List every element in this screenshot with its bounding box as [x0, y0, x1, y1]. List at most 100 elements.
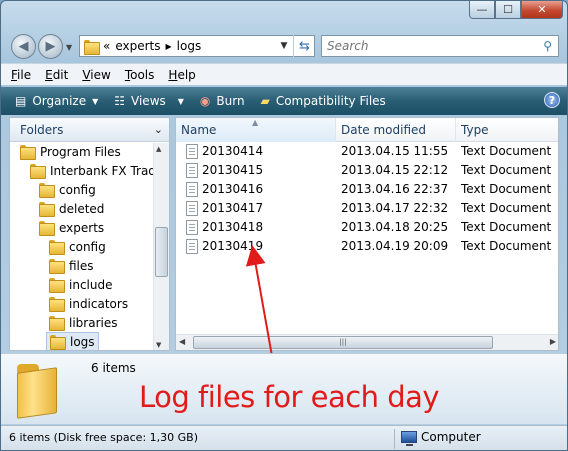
table-row[interactable]: 20130414 2013.04.15 11:55 Text Document — [176, 142, 558, 161]
column-name-label: Name — [181, 123, 217, 137]
tree-item-experts[interactable]: experts — [39, 218, 104, 237]
file-name: 20130419 — [202, 239, 264, 253]
burn-button[interactable]: ◉ Burn — [200, 94, 245, 108]
folder-icon — [49, 316, 65, 331]
organize-label: Organize — [32, 94, 87, 108]
tree-item-label: Interbank FX Trader — [50, 163, 169, 178]
table-row[interactable]: 20130415 2013.04.15 22:12 Text Document — [176, 161, 558, 180]
file-date: 2013.04.15 11:55 — [341, 144, 449, 158]
text-document-icon — [186, 201, 198, 216]
scrollbar-thumb[interactable] — [155, 227, 168, 277]
menu-tools[interactable]: Tools — [125, 68, 155, 82]
status-location-label: Computer — [421, 430, 481, 444]
menu-view[interactable]: View — [82, 68, 110, 82]
details-pane: 6 items Log files for each day — [1, 353, 567, 424]
scroll-down-icon[interactable]: ▼ — [156, 341, 161, 349]
back-button[interactable]: ◀ — [11, 34, 36, 59]
folders-header[interactable]: Folders ⌄ — [10, 118, 169, 142]
chevron-down-icon: ▼ — [177, 96, 184, 106]
table-row[interactable]: 20130416 2013.04.16 22:37 Text Document — [176, 180, 558, 199]
text-document-icon — [186, 220, 198, 235]
folder-icon — [30, 164, 46, 179]
breadcrumb-logs[interactable]: logs — [177, 39, 202, 53]
organize-button[interactable]: ▤ Organize ▼ — [15, 94, 98, 108]
tree-item-label: deleted — [59, 201, 105, 216]
burn-label: Burn — [216, 94, 245, 108]
table-row[interactable]: 20130417 2013.04.17 22:32 Text Document — [176, 199, 558, 218]
file-type: Text Document — [461, 144, 552, 158]
file-date: 2013.04.15 22:12 — [341, 163, 449, 177]
status-separator — [394, 429, 395, 449]
tree-item-logs[interactable]: logs — [46, 332, 99, 350]
folder-icon — [39, 221, 55, 236]
forward-button[interactable]: ▶ — [38, 34, 63, 59]
folders-title: Folders — [20, 122, 64, 137]
column-date-modified[interactable]: Date modified — [336, 118, 456, 142]
tree-item-label: indicators — [69, 296, 129, 311]
scroll-left-icon[interactable]: ◀ — [179, 337, 185, 346]
column-name[interactable]: ▲ Name — [176, 118, 336, 142]
compatibility-files-label: Compatibility Files — [275, 94, 386, 108]
address-dropdown-icon[interactable]: ▼ — [276, 41, 292, 51]
file-type: Text Document — [461, 201, 552, 215]
file-date: 2013.04.19 20:09 — [341, 239, 449, 253]
file-date: 2013.04.16 22:37 — [341, 182, 449, 196]
tree-item-indicators[interactable]: indicators — [49, 294, 128, 313]
menu-edit[interactable]: Edit — [45, 68, 68, 82]
menu-file[interactable]: File — [11, 68, 31, 82]
computer-icon — [401, 431, 417, 446]
scroll-right-icon[interactable]: ▶ — [550, 337, 556, 346]
folder-icon — [20, 145, 36, 160]
sort-ascending-icon: ▲ — [252, 118, 259, 127]
menu-help[interactable]: Help — [168, 68, 195, 82]
search-input[interactable] — [327, 39, 527, 53]
organize-icon: ▤ — [15, 94, 27, 108]
help-button[interactable]: ? — [544, 92, 560, 108]
explorer-window: — ☐ ✕ ◀ ▶ ▼ « experts ▶ logs ▼ ⇆ ⚲ File … — [0, 0, 568, 451]
minimize-button[interactable]: — — [469, 1, 495, 19]
views-button[interactable]: ☷ Views ▼ — [114, 94, 184, 108]
table-row[interactable]: 20130419 2013.04.19 20:09 Text Document — [176, 237, 558, 256]
tree-item-config[interactable]: config — [39, 180, 96, 199]
folders-scrollbar[interactable]: ▲ ▼ — [153, 143, 169, 350]
chevron-down-icon[interactable]: ⌄ — [154, 123, 163, 136]
tree-item-libraries[interactable]: libraries — [49, 313, 117, 332]
chevron-down-icon: ▼ — [92, 96, 99, 106]
tree-item-files[interactable]: files — [49, 256, 94, 275]
scrollbar-thumb[interactable]: ||| — [193, 336, 493, 349]
tree-item-program-files[interactable]: Program Files — [20, 142, 121, 161]
file-name: 20130416 — [202, 182, 264, 196]
list-horizontal-scrollbar[interactable]: ◀ ||| ▶ — [176, 334, 558, 350]
compatibility-files-button[interactable]: ▰ Compatibility Files — [261, 94, 386, 108]
tree-item-deleted[interactable]: deleted — [39, 199, 104, 218]
table-row[interactable]: 20130418 2013.04.18 20:25 Text Document — [176, 218, 558, 237]
maximize-button[interactable]: ☐ — [495, 1, 521, 19]
file-name: 20130418 — [202, 220, 264, 234]
text-document-icon — [186, 239, 198, 254]
search-icon[interactable]: ⚲ — [543, 39, 552, 53]
close-button[interactable]: ✕ — [521, 1, 563, 19]
burn-icon: ◉ — [199, 94, 211, 108]
file-date: 2013.04.17 22:32 — [341, 201, 449, 215]
file-name: 20130415 — [202, 163, 264, 177]
folder-icon — [49, 297, 65, 312]
address-overflow[interactable]: « — [103, 39, 110, 53]
arrow-right-icon: ▶ — [45, 39, 56, 54]
tree-item-include[interactable]: include — [49, 275, 112, 294]
address-bar[interactable]: « experts ▶ logs ▼ — [79, 35, 315, 57]
column-type[interactable]: Type — [456, 118, 558, 142]
text-document-icon — [186, 163, 198, 178]
tree-item-interbank[interactable]: Interbank FX Trader — [30, 161, 168, 180]
refresh-button[interactable]: ⇆ — [293, 35, 315, 57]
breadcrumb-separator-icon[interactable]: ▶ — [166, 42, 172, 51]
tree-item-experts-config[interactable]: config — [49, 237, 106, 256]
recent-pages-dropdown[interactable]: ▼ — [66, 43, 72, 52]
search-box[interactable]: ⚲ — [321, 35, 559, 57]
file-name: 20130417 — [202, 201, 264, 215]
breadcrumb-experts[interactable]: experts — [115, 39, 160, 53]
scroll-up-icon[interactable]: ▲ — [156, 145, 161, 153]
folder-icon: ▰ — [260, 94, 270, 108]
tree-item-label: experts — [59, 220, 105, 235]
folder-icon — [49, 240, 65, 255]
folder-icon — [49, 259, 65, 274]
